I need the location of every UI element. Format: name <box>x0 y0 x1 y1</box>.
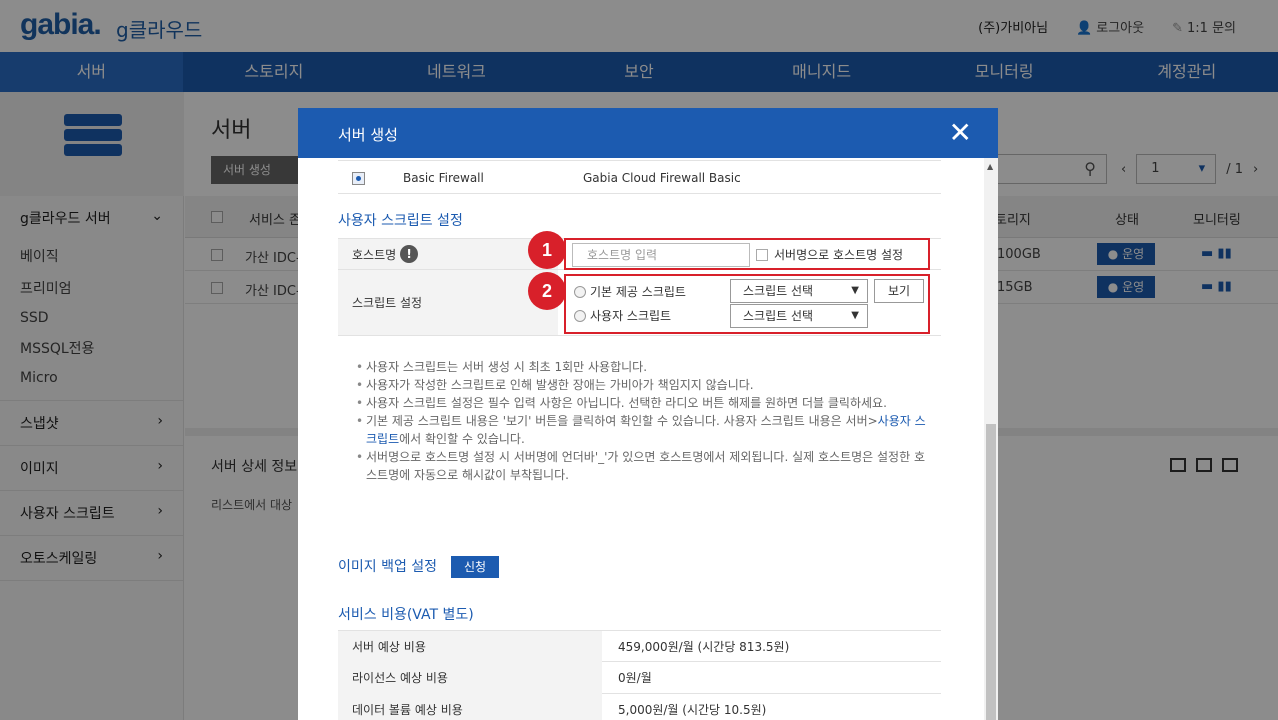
backup-apply-button[interactable]: 신청 <box>451 556 499 578</box>
script-highlight: 기본 제공 스크립트 스크립트 선택 ▼ 보기 사용자 스크립트 스크립트 선택 ▼ <box>564 274 930 334</box>
user-script-radio[interactable] <box>574 310 586 322</box>
scroll-up-icon[interactable]: ▲ <box>987 162 993 171</box>
modal-body: Basic Firewall Gabia Cloud Firewall Basi… <box>298 158 984 720</box>
firewall-radio[interactable] <box>352 172 365 185</box>
note-item: 사용자 스크립트는 서버 생성 시 최초 1회만 사용합니다. <box>356 358 926 376</box>
modal-header: 서버 생성 ✕ <box>298 108 998 158</box>
firewall-desc: Gabia Cloud Firewall Basic <box>583 171 741 185</box>
hostname-highlight: 호스트명 입력 서버명으로 호스트명 설정 <box>564 238 930 270</box>
basic-select-value: 스크립트 선택 <box>743 284 814 298</box>
cost-section-title: 서비스 비용(VAT 별도) <box>338 607 474 623</box>
basic-script-select[interactable]: 스크립트 선택 ▼ <box>730 279 868 303</box>
note-item: 기본 제공 스크립트 내용은 '보기' 버튼을 클릭하여 확인할 수 있습니다.… <box>356 412 926 448</box>
note-item: 사용자가 작성한 스크립트로 인해 발생한 장애는 가비아가 책임지지 않습니다… <box>356 376 926 394</box>
step-badge-1-page: 1 <box>528 231 566 269</box>
cost-value: 459,000원/월 (시간당 813.5원) <box>618 640 790 654</box>
scrollbar-thumb[interactable] <box>986 424 996 720</box>
basic-script-radio[interactable] <box>574 286 586 298</box>
script-label: 스크립트 설정 <box>338 270 558 335</box>
note-item: 사용자 스크립트 설정은 필수 입력 사항은 아닙니다. 선택한 라디오 버튼 … <box>356 394 926 412</box>
cost-value: 0원/월 <box>618 671 652 685</box>
view-script-button[interactable]: 보기 <box>874 279 924 303</box>
close-icon[interactable]: ✕ <box>949 116 972 149</box>
hostname-checkbox[interactable] <box>756 249 768 261</box>
script-section-title: 사용자 스크립트 설정 <box>338 213 463 229</box>
note4-text-a: 기본 제공 스크립트 내용은 '보기' 버튼을 클릭하여 확인할 수 있습니다.… <box>366 414 878 428</box>
script-notes: 사용자 스크립트는 서버 생성 시 최초 1회만 사용합니다. 사용자가 작성한… <box>356 358 926 484</box>
create-server-modal: 서버 생성 ✕ Basic Firewall Gabia Cloud Firew… <box>298 108 998 720</box>
cost-row: 라이선스 예상 비용 0원/월 <box>338 662 941 694</box>
user-script-select[interactable]: 스크립트 선택 ▼ <box>730 304 868 328</box>
chevron-down-icon: ▼ <box>851 285 859 296</box>
cost-label: 서버 예상 비용 <box>338 631 602 663</box>
user-select-value: 스크립트 선택 <box>743 309 814 323</box>
firewall-name: Basic Firewall <box>403 171 484 185</box>
cost-value: 5,000원/월 (시간당 10.5원) <box>618 703 767 717</box>
note-item: 서버명으로 호스트명 설정 시 서버명에 언더바'_'가 있으면 호스트명에서 … <box>356 448 926 484</box>
hostname-input[interactable]: 호스트명 입력 <box>572 243 750 267</box>
basic-script-label: 기본 제공 스크립트 <box>590 285 686 299</box>
cost-label: 데이터 볼륨 예상 비용 <box>338 694 602 720</box>
hostname-checkbox-label: 서버명으로 호스트명 설정 <box>774 248 904 262</box>
user-script-label: 사용자 스크립트 <box>590 309 672 323</box>
firewall-row[interactable]: Basic Firewall Gabia Cloud Firewall Basi… <box>338 160 941 194</box>
backup-section-title: 이미지 백업 설정 <box>338 559 438 575</box>
hostname-label-text: 호스트명 <box>352 247 397 262</box>
cost-row: 서버 예상 비용 459,000원/월 (시간당 813.5원) <box>338 630 941 663</box>
step-badge-2: 2 <box>528 272 566 310</box>
note4-text-b: 에서 확인할 수 있습니다. <box>399 432 525 446</box>
chevron-down-icon: ▼ <box>851 310 859 321</box>
info-icon[interactable]: ! <box>400 245 419 263</box>
hostname-label: 호스트명! <box>338 239 558 269</box>
modal-scrollbar[interactable]: ▲ <box>984 158 998 720</box>
cost-row: 데이터 볼륨 예상 비용 5,000원/월 (시간당 10.5원) <box>338 694 941 720</box>
modal-title: 서버 생성 <box>338 126 398 144</box>
cost-label: 라이선스 예상 비용 <box>338 662 602 694</box>
